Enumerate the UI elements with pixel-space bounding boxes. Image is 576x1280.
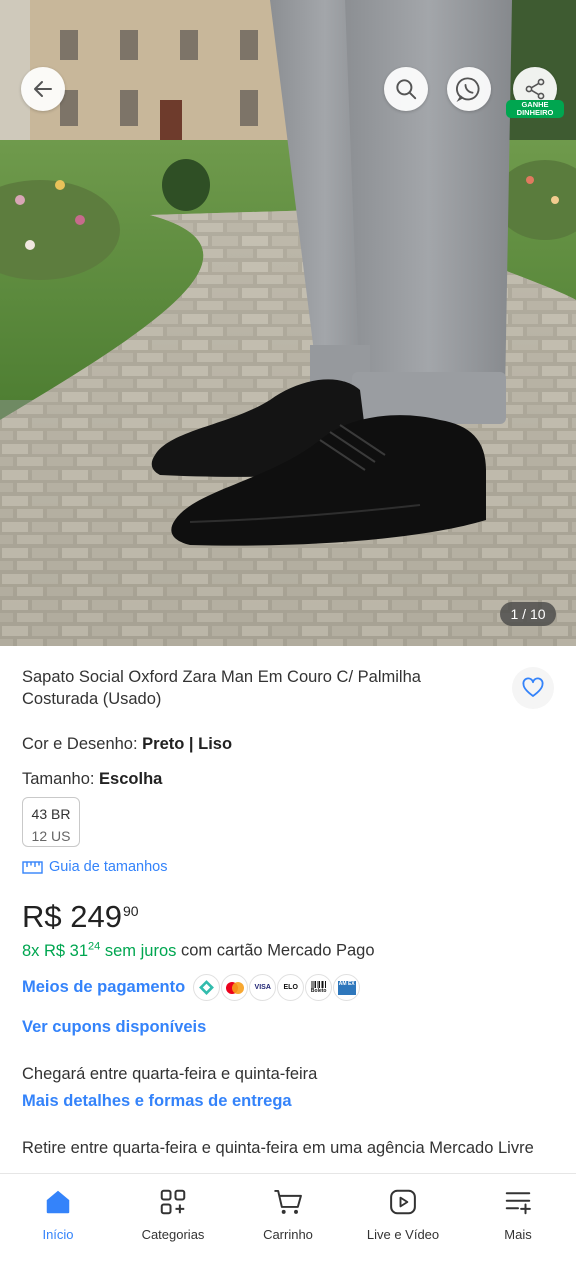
nav-item-cart[interactable]: Carrinho (233, 1186, 343, 1242)
size-guide-label: Guia de tamanhos (49, 859, 168, 875)
price-cents: 90 (122, 903, 139, 919)
payment-methods: Meios de pagamento VISA ELO Boleto AM EX (22, 974, 361, 1001)
heart-icon (522, 677, 544, 697)
product-image-gallery[interactable]: GANHE DINHEIRO 1 / 10 (0, 0, 576, 646)
product-title: Sapato Social Oxford Zara Man Em Couro C… (22, 668, 421, 708)
installments-interest: sem juros (100, 941, 177, 960)
size-label: Tamanho: (22, 770, 100, 788)
nav-item-categories[interactable]: Categorias (118, 1186, 228, 1242)
color-label: Cor e Desenho: (22, 735, 143, 753)
favorite-button[interactable] (512, 667, 554, 709)
payment-methods-link[interactable]: Meios de pagamento (22, 978, 185, 997)
nav-item-more[interactable]: Mais (463, 1186, 573, 1242)
installments-prefix: 8x R$ 31 (22, 941, 89, 960)
arrow-left-icon (34, 81, 52, 97)
size-option-br: 43 BR (31, 806, 71, 822)
elo-icon: ELO (277, 974, 305, 1001)
color-value: Preto | Liso (142, 735, 233, 753)
nav-label-more: Mais (504, 1227, 532, 1242)
installments: 8x R$ 3124 sem juros com cartão Mercado … (22, 940, 375, 961)
arrival-text: Chegará entre quarta-feira e quinta-feir… (22, 1065, 318, 1083)
share-earn-button[interactable]: GANHE DINHEIRO (506, 67, 564, 123)
size-guide-link[interactable]: Guia de tamanhos (22, 859, 168, 875)
size-option-43[interactable]: 43 BR 12 US (22, 797, 80, 847)
product-photo (0, 0, 576, 646)
installments-suffix: com cartão Mercado Pago (176, 941, 375, 960)
price-main: R$ 249 (22, 899, 122, 934)
payment-icons: VISA ELO Boleto AM EX (193, 974, 361, 1001)
boleto-label: Boleto (310, 988, 327, 994)
color-variation[interactable]: Cor e Desenho: Preto | Liso (22, 735, 232, 754)
size-value: Escolha (99, 770, 163, 788)
menu-plus-icon (505, 1192, 531, 1215)
amex-icon: AM EX (333, 974, 361, 1001)
pickup-text: Retire entre quarta-feira e quinta-feira… (22, 1139, 534, 1157)
whatsapp-icon (456, 77, 480, 103)
image-counter: 1 / 10 (500, 602, 556, 626)
boleto-icon: Boleto (305, 974, 333, 1001)
nav-label-home: Início (42, 1227, 74, 1242)
pix-icon (193, 974, 221, 1001)
nav-label-cart: Carrinho (263, 1227, 313, 1242)
coupons-link[interactable]: Ver cupons disponíveis (22, 1018, 206, 1037)
back-button[interactable] (21, 67, 65, 111)
earn-money-badge: GANHE DINHEIRO (506, 100, 564, 118)
price: R$ 24990 (22, 899, 139, 935)
nav-item-live-video[interactable]: Live e Vídeo (348, 1186, 458, 1242)
cart-icon (274, 1189, 302, 1214)
bottom-navigation: Início Categorias Carrinho Live e Vídeo … (0, 1173, 576, 1280)
play-icon (390, 1189, 416, 1215)
home-icon (46, 1190, 70, 1214)
nav-label-live-video: Live e Vídeo (366, 1227, 440, 1242)
installments-amount: 8x R$ 3124 sem juros (22, 940, 177, 960)
search-icon (396, 79, 417, 100)
earn-badge-line2: DINHEIRO (516, 108, 554, 117)
amex-label: AM EX (337, 980, 356, 995)
search-button[interactable] (384, 67, 428, 111)
delivery-details-link[interactable]: Mais detalhes e formas de entrega (22, 1092, 292, 1111)
visa-icon: VISA (249, 974, 277, 1001)
mastercard-icon (221, 974, 249, 1001)
whatsapp-share-button[interactable] (447, 67, 491, 111)
size-variation: Tamanho: Escolha (22, 770, 162, 789)
nav-label-categories: Categorias (141, 1227, 205, 1242)
categories-icon (160, 1189, 186, 1215)
size-option-us: 12 US (31, 828, 71, 844)
nav-item-home[interactable]: Início (3, 1186, 113, 1242)
share-icon (525, 78, 545, 100)
ruler-icon (22, 860, 43, 874)
installments-cents: 24 (88, 940, 101, 952)
